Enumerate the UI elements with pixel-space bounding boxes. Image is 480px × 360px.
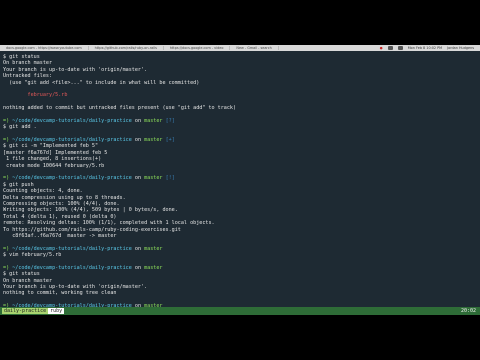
record-indicator: ● — [379, 46, 383, 50]
terminal-text: on — [131, 117, 145, 124]
terminal-text: [?] — [162, 117, 175, 124]
terminal-text: On branch master — [3, 60, 53, 67]
terminal-text: [+] — [162, 137, 175, 144]
tmux-clock: 20:02 — [460, 308, 476, 314]
terminal-text: Total 4 (delta 1), reused 0 (delta 0) — [3, 213, 117, 220]
battery-icon[interactable] — [397, 46, 403, 50]
terminal-text: ~/code/devcamp-tutorials/daily-practice — [12, 175, 132, 182]
terminal-output: $ git status On branch master Your branch … — [3, 54, 477, 307]
terminal-text: nothing to commit, working tree clean — [3, 290, 117, 297]
letterbox-top — [0, 0, 480, 45]
terminal-text: nothing added to commit but untracked fi… — [3, 105, 237, 112]
terminal-text: ~/code/devcamp-tutorials/daily-practice — [12, 264, 132, 271]
terminal-text: $ git status — [3, 271, 40, 278]
terminal-text: Delta compression using up to 8 threads. — [3, 194, 126, 201]
terminal-text: ~/code/devcamp-tutorials/daily-practice — [12, 137, 132, 144]
terminal-text: on — [131, 264, 145, 271]
terminal-text: master — [144, 137, 163, 144]
terminal-text: 1 file changed, 8 insertions(+) — [3, 156, 102, 163]
terminal-text: ~/code/devcamp-tutorials/daily-practice — [12, 245, 132, 252]
terminal-text: $ git add . — [3, 124, 37, 131]
browser-tab[interactable]: https://docs.google.com - video — [164, 46, 231, 50]
terminal-text: =) — [3, 245, 13, 252]
terminal-text: On branch master — [3, 277, 53, 284]
tmux-status-bar: daily-practice ruby 20:02 — [0, 307, 480, 315]
terminal-text: $ git status — [3, 54, 40, 60]
terminal-text: Counting objects: 4, done. — [3, 188, 83, 195]
terminal-text: To https://github.com/rails-camp/ruby-co… — [3, 226, 181, 233]
terminal-text: master — [144, 264, 163, 271]
terminal-text: [master f6a767d] Implemented feb 5 — [3, 149, 108, 156]
browser-tab[interactable]: docs.google.com - https://www.youtube.co… — [0, 46, 89, 50]
clock-text[interactable]: Mon Feb 8 10:02 PM — [408, 46, 442, 50]
terminal-text: $ git ci -m "Implemented feb 5" — [3, 143, 99, 150]
terminal-window[interactable]: $ git status On branch master Your branch … — [0, 51, 480, 307]
terminal-text: on — [131, 245, 145, 252]
letterbox-bottom — [0, 315, 480, 360]
terminal-text: remote: Resolving deltas: 100% (1/1), co… — [3, 220, 215, 227]
browser-tab[interactable]: New - Gmail - search — [230, 46, 279, 50]
terminal-text: Untracked files: — [3, 73, 53, 80]
browser-tabs: docs.google.com - https://www.youtube.co… — [0, 46, 380, 50]
terminal-text: (use "git add <file>..." to include in w… — [3, 79, 200, 86]
terminal-text: ~/code/devcamp-tutorials/daily-practice — [12, 117, 132, 124]
terminal-text: master — [144, 117, 163, 124]
system-status-area: ● Mon Feb 8 10:02 PM Jordan Hudgens — [380, 46, 480, 50]
terminal-text: on — [131, 137, 145, 144]
user-name[interactable]: Jordan Hudgens — [447, 46, 474, 50]
terminal-text: =) — [3, 175, 13, 182]
screenshot: docs.google.com - https://www.youtube.co… — [0, 0, 480, 360]
wifi-icon[interactable] — [387, 46, 393, 50]
terminal-text: create mode 100644 february/5.rb — [3, 162, 105, 169]
terminal-text: $ git push — [3, 181, 34, 188]
terminal-text: Writing objects: 100% (4/4), 509 bytes |… — [3, 207, 178, 214]
terminal-text: on — [131, 175, 145, 182]
terminal-text: $ vim february/5.rb — [3, 252, 62, 259]
browser-tab[interactable]: https://github.com/rails/ruby-on-rails — [89, 46, 164, 50]
tmux-session-name[interactable]: daily-practice — [2, 308, 49, 314]
terminal-text: c8f63af..f6a767d master -> master — [3, 232, 117, 239]
terminal-text: [!] — [162, 175, 175, 182]
terminal-text: master — [144, 245, 163, 252]
terminal-text: Compressing objects: 100% (4/4), done. — [3, 200, 120, 207]
tmux-window-name[interactable]: ruby — [48, 308, 65, 314]
terminal-text: =) — [3, 137, 13, 144]
terminal-text: Your branch is up-to-date with 'origin/m… — [3, 66, 148, 73]
terminal-text: =) — [3, 264, 13, 271]
terminal-text: =) — [3, 117, 13, 124]
terminal-text: master — [144, 175, 163, 182]
terminal-text: february/5.rb — [3, 92, 68, 99]
terminal-text: Your branch is up-to-date with 'origin/m… — [3, 284, 148, 291]
